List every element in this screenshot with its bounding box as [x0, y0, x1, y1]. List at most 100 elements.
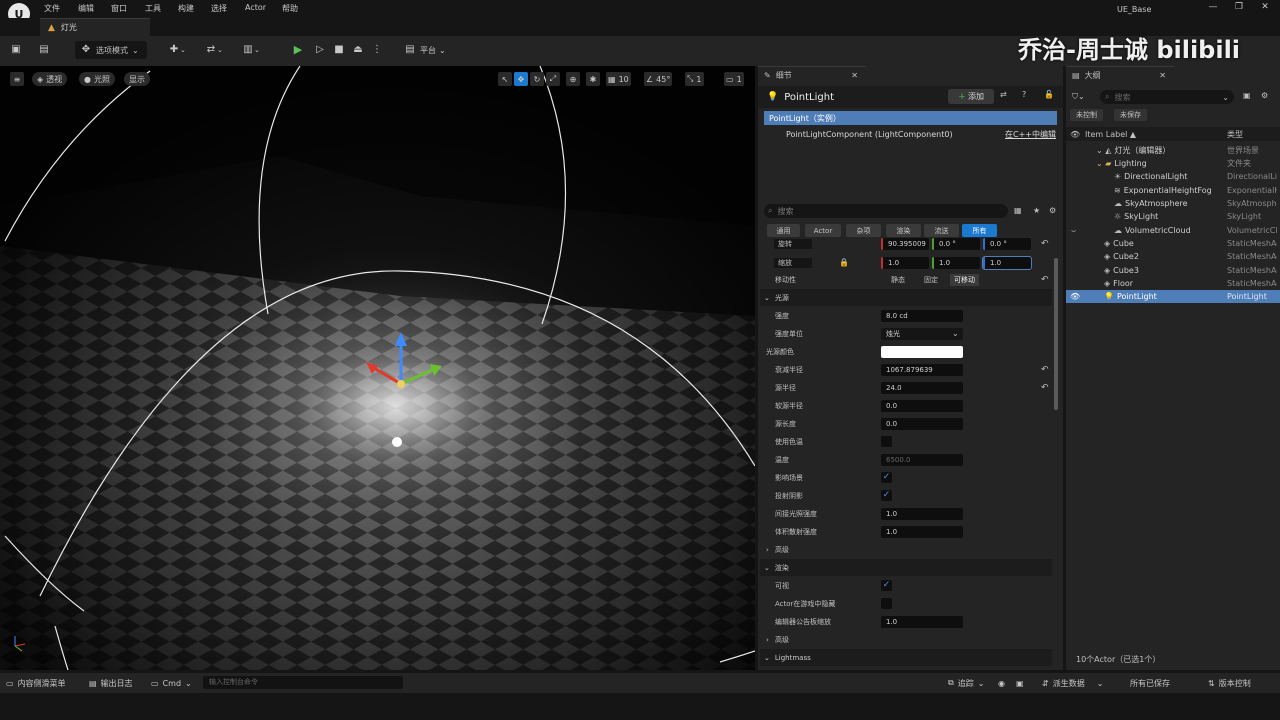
outliner-tab[interactable]: ▤ 大纲 ✕ — [1066, 66, 1174, 84]
billboard-scale-input[interactable]: 1.0 — [881, 615, 963, 628]
level-tab[interactable]: ▲ 灯光 — [40, 18, 150, 36]
outliner-row[interactable]: ◈ Floor StaticMeshAc — [1066, 277, 1280, 290]
menu-actor[interactable]: Actor — [245, 3, 266, 12]
view-mode-button[interactable]: ◈ 透视 — [32, 72, 68, 86]
surface-snap-icon[interactable]: ✱ — [586, 72, 600, 86]
rotation-z-input[interactable]: 0.0 ° — [983, 238, 1031, 250]
cmd-dropdown[interactable]: ▭ Cmd ⌄ — [151, 676, 192, 690]
play-options-icon[interactable]: ▷ — [314, 42, 326, 58]
advanced-row[interactable]: › 高级 — [764, 541, 1052, 558]
edit-in-cpp-link[interactable]: 在C++中编辑 — [1005, 129, 1056, 140]
filter-tab-general[interactable]: 通用 — [767, 224, 800, 237]
scale-tool-icon[interactable]: ⤢ — [546, 72, 560, 86]
uncontrolled-chip[interactable]: 未控制 — [1070, 109, 1103, 121]
mobility-movable[interactable]: 可移动 — [950, 273, 979, 286]
translate-tool-icon[interactable]: ✥ — [514, 72, 528, 86]
outliner-row-selected[interactable]: 👁 💡 PointLight PointLight — [1066, 290, 1280, 303]
table-view-icon[interactable]: ▦ — [1014, 206, 1022, 215]
close-icon[interactable]: ✕ — [851, 71, 858, 80]
visible-checkbox[interactable]: ✓ — [881, 580, 892, 591]
outliner-row[interactable]: ☼ SkyLight SkyLight — [1066, 210, 1280, 223]
section-lightmass[interactable]: ⌄ Lightmass — [760, 649, 1052, 666]
reset-icon[interactable]: ↶ — [1041, 383, 1049, 393]
lit-mode-button[interactable]: ● 光照 — [79, 72, 115, 86]
content-browser-icon[interactable]: ▤ — [38, 42, 50, 58]
section-rendering[interactable]: ⌄ 渲染 — [760, 559, 1052, 576]
eye-icon[interactable]: 👁 — [1070, 292, 1080, 301]
all-saved-button[interactable]: 所有已保存 — [1130, 676, 1170, 690]
menu-select[interactable]: 选择 — [211, 3, 227, 14]
rotate-tool-icon[interactable]: ↻ — [530, 72, 544, 86]
light-color-swatch[interactable] — [881, 345, 963, 358]
new-folder-icon[interactable]: ▣ — [1243, 91, 1251, 100]
save-icon[interactable]: ▣ — [10, 42, 22, 58]
content-drawer-button[interactable]: ▭ 内容侧滑菜单 — [6, 676, 66, 690]
filter-tab-streaming[interactable]: 流送 — [924, 224, 959, 237]
grid-snap-button[interactable]: ▦ 10 — [606, 72, 631, 86]
add-actor-icon[interactable]: ✚ ⌄ — [168, 42, 186, 58]
maximize-button[interactable]: ❐ — [1229, 2, 1249, 16]
rotate-snap-button[interactable]: ∠ 45° — [644, 72, 673, 86]
snapshot-icon[interactable]: ▣ — [1016, 676, 1024, 690]
outliner-search-input[interactable]: ⌕ 搜索 ⌄ — [1100, 90, 1234, 104]
filter-tab-all[interactable]: 所有 — [962, 224, 997, 237]
source-radius-input[interactable]: 24.0 — [881, 381, 963, 394]
section-light[interactable]: ⌄ 光源 — [760, 289, 1052, 306]
selection-mode-dropdown[interactable]: ✥ 选项模式 ⌄ — [75, 41, 147, 59]
platform-dropdown[interactable]: ▤ 平台 ⌄ — [404, 42, 445, 58]
outliner-row[interactable]: ◈ Cube3 StaticMeshAc — [1066, 264, 1280, 277]
menu-edit[interactable]: 编辑 — [78, 3, 94, 14]
world-space-icon[interactable]: ⊕ — [566, 72, 580, 86]
source-length-input[interactable]: 0.0 — [881, 417, 963, 430]
reset-icon[interactable]: ↶ — [1041, 275, 1049, 285]
trace-button[interactable]: ⧉ 追踪 ⌄ — [948, 676, 984, 690]
menu-build[interactable]: 构建 — [178, 3, 194, 14]
outliner-row[interactable]: ⌄ ◭ 灯光（编辑器） 世界场景 — [1066, 144, 1280, 157]
viewport-menu-icon[interactable]: ≡ — [10, 72, 24, 86]
scale-z-input[interactable]: 1.0 — [982, 255, 1032, 270]
use-temperature-checkbox[interactable] — [881, 436, 892, 447]
volumetric-scattering-input[interactable]: 1.0 — [881, 525, 963, 538]
minimize-button[interactable]: — — [1203, 2, 1223, 16]
eject-icon[interactable]: ⏏ — [352, 42, 364, 58]
menu-tools[interactable]: 工具 — [145, 3, 161, 14]
outliner-row[interactable]: ◈ Cube2 StaticMeshAc — [1066, 250, 1280, 263]
intensity-input[interactable]: 8.0 cd — [881, 309, 963, 322]
select-tool-icon[interactable]: ↖ — [498, 72, 512, 86]
unsaved-chip[interactable]: 未保存 — [1114, 109, 1147, 121]
settings-icon[interactable]: ⚙ — [1261, 91, 1268, 100]
indirect-intensity-input[interactable]: 1.0 — [881, 507, 963, 520]
cinematics-icon[interactable]: ▥ ⌄ — [242, 42, 260, 58]
lock-ratio-icon[interactable]: 🔒 — [839, 258, 849, 267]
temperature-input[interactable]: 6500.0 — [881, 453, 963, 466]
scale-y-input[interactable]: 1.0 — [932, 256, 980, 269]
scale-snap-button[interactable]: ⤡ 1 — [685, 72, 704, 86]
outliner-row[interactable]: ☁ SkyAtmosphere SkyAtmosphe — [1066, 197, 1280, 210]
filter-tab-render[interactable]: 渲染 — [886, 224, 921, 237]
mobility-stationary[interactable]: 固定 — [924, 275, 938, 285]
show-button[interactable]: 显示 — [124, 72, 150, 86]
derived-data-button[interactable]: ⇵ 派生数据 ⌄ — [1042, 676, 1103, 690]
advanced-row-2[interactable]: › 高级 — [764, 631, 1052, 648]
attenuation-input[interactable]: 1067.879639 — [881, 363, 963, 376]
actor-name[interactable]: PointLight — [784, 92, 834, 103]
settings-icon[interactable]: ⚙ — [1049, 206, 1056, 215]
hidden-in-game-checkbox[interactable] — [881, 598, 892, 609]
close-icon[interactable]: ✕ — [1159, 71, 1166, 80]
details-tab[interactable]: ✎ 细节 ✕ — [758, 66, 866, 84]
outliner-row[interactable]: ⌄ ▰ Lighting 文件夹 — [1066, 157, 1280, 170]
blueprint-convert-icon[interactable]: ⇄ — [1000, 90, 1007, 99]
menu-window[interactable]: 窗口 — [111, 3, 127, 14]
camera-speed-button[interactable]: ▭ 1 — [724, 72, 744, 86]
affects-world-checkbox[interactable]: ✓ — [881, 472, 892, 483]
close-window-button[interactable]: ✕ — [1255, 2, 1275, 16]
level-viewport[interactable] — [0, 66, 755, 670]
add-component-button[interactable]: ＋添加 — [948, 89, 994, 104]
intensity-unit-dropdown[interactable]: 烛光 — [881, 327, 963, 340]
menu-file[interactable]: 文件 — [44, 3, 60, 14]
lock-icon[interactable]: 🔓 — [1044, 90, 1054, 99]
play-icon[interactable]: ▶ — [292, 42, 304, 58]
outliner-row[interactable]: ≋ ExponentialHeightFog ExponentialH — [1066, 184, 1280, 197]
console-command-input[interactable]: 输入控制台命令 — [203, 676, 403, 689]
outliner-row[interactable]: ◈ Cube StaticMeshAc — [1066, 237, 1280, 250]
